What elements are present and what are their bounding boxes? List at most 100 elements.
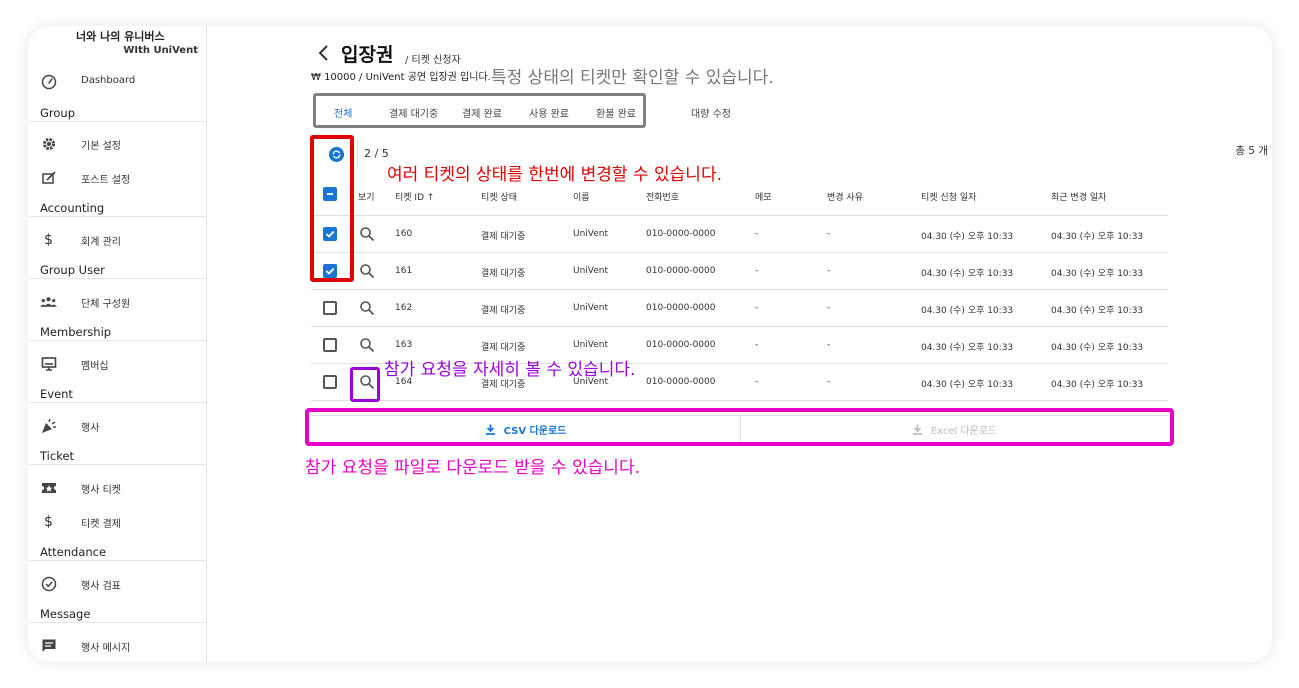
divider <box>28 402 206 403</box>
search-icon[interactable] <box>359 226 375 242</box>
ticket-status: 결제 대기중 <box>481 343 526 353</box>
ticket-status: 결제 대기중 <box>481 232 526 242</box>
monitor-icon <box>40 355 57 372</box>
column-header-ticket-id[interactable]: 티켓 ID ↑ <box>395 190 434 203</box>
annotation-tabs-note: 특정 상태의 티켓만 확인할 수 있습니다. <box>491 68 774 88</box>
change-reason: - <box>827 266 831 276</box>
gauge-icon <box>40 73 57 90</box>
annotation-download-note: 참가 요청을 파일로 다운로드 받을 수 있습니다. <box>305 458 640 478</box>
main-content: 입장권 / 티켓 신청자 ₩ 10000 / UniVent 공연 입장권 입니… <box>207 26 1272 662</box>
dollar-icon: $ <box>44 513 53 530</box>
memo: - <box>755 340 759 350</box>
page-subtitle: ₩ 10000 / UniVent 공연 입장권 입니다. <box>311 72 491 83</box>
column-header: 변경 사유 <box>827 193 863 203</box>
search-icon[interactable] <box>359 300 375 316</box>
column-header: 티켓 신청 일자 <box>921 193 977 203</box>
sidebar-item-label: 행사 <box>81 423 100 434</box>
phone-number: 010-0000-0000 <box>646 377 716 387</box>
search-icon[interactable] <box>359 337 375 353</box>
ticket-status: 결제 대기중 <box>481 306 526 316</box>
ticket-id: 161 <box>395 266 413 276</box>
change-reason: - <box>827 340 831 350</box>
applied-date: 04.30 (수) 오후 10:33 <box>921 343 1014 353</box>
column-header: 보기 <box>358 193 375 203</box>
sidebar-item-group-members[interactable]: 단체 구성원 <box>28 286 206 316</box>
sidebar: 너와 나의 유니버스 WIth UniVent Dashboard Group … <box>28 26 207 662</box>
tab-bulk-edit[interactable]: 대량 수정 <box>691 105 731 120</box>
annotation-download-box <box>305 408 1174 446</box>
sidebar-item-event[interactable]: 행사 <box>28 410 206 440</box>
phone-number: 010-0000-0000 <box>646 266 716 276</box>
change-reason: - <box>827 229 831 239</box>
sidebar-item-event-ticket[interactable]: 행사 티켓 <box>28 472 206 502</box>
updated-date: 04.30 (수) 오후 10:33 <box>1051 306 1144 316</box>
sidebar-item-membership[interactable]: 멤버십 <box>28 348 206 378</box>
divider <box>28 622 206 623</box>
annotation-detail-box <box>350 367 380 402</box>
applied-date: 04.30 (수) 오후 10:33 <box>921 380 1014 390</box>
sidebar-item-attendance[interactable]: 행사 검표 <box>28 568 206 598</box>
change-reason: - <box>827 303 831 313</box>
group-heading: Ticket <box>40 449 75 463</box>
annotation-detail-note: 참가 요청을 자세히 볼 수 있습니다. <box>384 360 636 380</box>
dollar-icon: $ <box>44 231 53 248</box>
sidebar-item-basic-settings[interactable]: 기본 설정 <box>28 128 206 158</box>
annotation-tabs-box <box>313 93 646 128</box>
message-icon <box>40 637 57 654</box>
page-title-sub: / 티켓 신청자 <box>405 55 461 66</box>
sidebar-item-label: 단체 구성원 <box>81 299 131 310</box>
column-header: 티켓 상태 <box>481 193 517 203</box>
updated-date: 04.30 (수) 오후 10:33 <box>1051 232 1144 242</box>
table-row[interactable]: 162 결제 대기중 UniVent 010-0000-0000 - - 04.… <box>311 290 1168 327</box>
memo: - <box>755 229 759 239</box>
sidebar-item-ticket-payment[interactable]: $ 티켓 결제 <box>28 506 206 536</box>
group-heading: Membership <box>40 325 112 339</box>
check-circle-icon <box>40 575 57 592</box>
phone-number: 010-0000-0000 <box>646 229 716 239</box>
change-reason: - <box>827 377 831 387</box>
column-header: 메모 <box>755 193 772 203</box>
applied-date: 04.30 (수) 오후 10:33 <box>921 269 1014 279</box>
sidebar-item-label: 기본 설정 <box>81 141 121 152</box>
divider <box>28 216 206 217</box>
sidebar-item-label: 행사 티켓 <box>81 485 121 496</box>
sidebar-item-label: Dashboard <box>81 75 136 86</box>
annotation-bulk-box <box>310 135 354 282</box>
post-edit-icon <box>40 169 57 186</box>
sidebar-item-label: 행사 검표 <box>81 581 121 592</box>
ticket-id: 162 <box>395 303 413 313</box>
page-title: 입장권 <box>341 44 394 66</box>
phone-number: 010-0000-0000 <box>646 303 716 313</box>
sidebar-item-event-message[interactable]: 행사 메시지 <box>28 630 206 660</box>
sidebar-item-post-settings[interactable]: 포스트 설정 <box>28 162 206 192</box>
applied-date: 04.30 (수) 오후 10:33 <box>921 232 1014 242</box>
column-header: 전화번호 <box>646 193 680 203</box>
divider <box>28 121 206 122</box>
updated-date: 04.30 (수) 오후 10:33 <box>1051 269 1144 279</box>
row-checkbox[interactable] <box>323 301 337 315</box>
row-checkbox[interactable] <box>323 338 337 352</box>
search-icon[interactable] <box>359 263 375 279</box>
back-arrow-icon[interactable] <box>317 44 331 62</box>
table-row[interactable]: 160 결제 대기중 UniVent 010-0000-0000 - - 04.… <box>311 216 1168 253</box>
brand-tagline: WIth UniVent <box>123 45 198 56</box>
divider <box>28 560 206 561</box>
sidebar-item-accounting[interactable]: $ 회계 관리 <box>28 224 206 254</box>
group-heading: Group User <box>40 263 105 277</box>
updated-date: 04.30 (수) 오후 10:33 <box>1051 380 1144 390</box>
phone-number: 010-0000-0000 <box>646 340 716 350</box>
updated-date: 04.30 (수) 오후 10:33 <box>1051 343 1144 353</box>
sidebar-item-dashboard[interactable]: Dashboard <box>28 66 206 96</box>
group-heading: Attendance <box>40 545 107 559</box>
user-name: UniVent <box>573 303 609 313</box>
sidebar-item-label: 멤버십 <box>81 361 109 372</box>
table-row[interactable]: 161 결제 대기중 UniVent 010-0000-0000 - - 04.… <box>311 253 1168 290</box>
sidebar-item-label: 행사 메시지 <box>81 643 131 654</box>
group-heading: Event <box>40 387 73 401</box>
memo: - <box>755 266 759 276</box>
party-icon <box>40 417 57 434</box>
row-checkbox[interactable] <box>323 375 337 389</box>
ticket-status: 결제 대기중 <box>481 269 526 279</box>
column-header: 최근 변경 일자 <box>1051 193 1107 203</box>
people-icon <box>40 293 57 310</box>
